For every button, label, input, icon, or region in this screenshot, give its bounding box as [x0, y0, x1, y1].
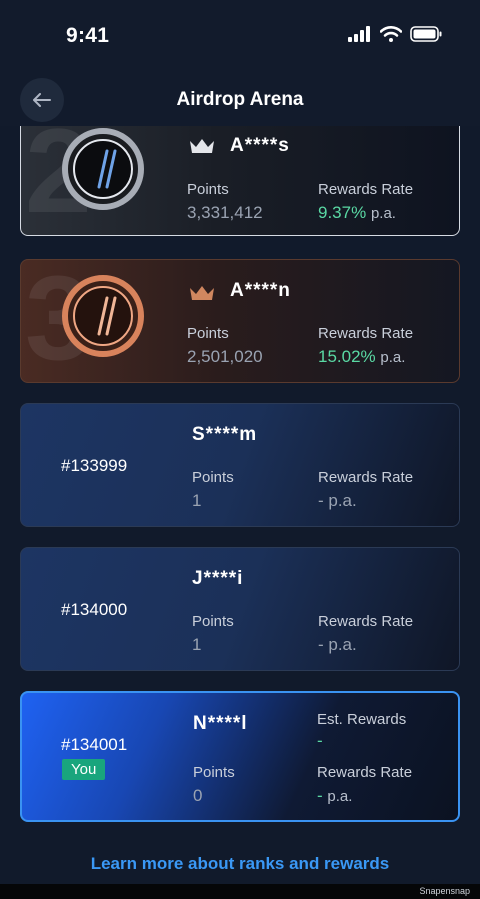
- rate-unit: p.a.: [327, 788, 353, 805]
- user-name: J****i: [192, 568, 244, 589]
- points-label: Points: [192, 613, 234, 630]
- bronze-medal-icon: [62, 275, 144, 357]
- points-label: Points: [192, 469, 234, 486]
- rate-unit: p.a.: [380, 349, 406, 366]
- learn-more-link[interactable]: Learn more about ranks and rewards: [0, 854, 480, 874]
- battery-icon: [410, 26, 442, 42]
- rate-percent: 15.02%: [318, 347, 376, 366]
- leaderboard-card-you[interactable]: #134001 You N****l Est. Rewards - Points…: [20, 691, 460, 822]
- user-name: S****m: [192, 424, 258, 445]
- leaderboard-card-rank-2[interactable]: 2 A****s Points 3,331,412 Rewards Rate 9…: [20, 112, 460, 236]
- rewards-rate-value: - p.a.: [318, 491, 357, 510]
- rewards-rate-label: Rewards Rate: [318, 325, 414, 342]
- silver-medal-icon: [62, 128, 144, 210]
- rank-number: #134001: [61, 735, 128, 754]
- points-value: 1: [192, 491, 202, 510]
- crown-icon: [190, 286, 214, 300]
- user-name: A****n: [230, 280, 291, 301]
- header: Airdrop Arena: [0, 70, 480, 126]
- rewards-rate-value: 9.37% p.a.: [318, 203, 396, 223]
- rate-percent: 9.37%: [318, 203, 367, 222]
- rank-number: #133999: [61, 456, 128, 475]
- points-value: 3,331,412: [187, 203, 263, 222]
- rewards-rate-label: Rewards Rate: [318, 181, 414, 198]
- rewards-rate-value: - p.a.: [318, 635, 357, 654]
- footer-bar: [0, 884, 480, 899]
- rewards-rate-label: Rewards Rate: [318, 613, 414, 630]
- status-icons: [348, 26, 442, 42]
- status-bar: 9:41: [0, 0, 480, 70]
- brand-watermark: Snapensnap: [419, 886, 470, 896]
- page-title: Airdrop Arena: [176, 89, 304, 110]
- rewards-rate-label: Rewards Rate: [317, 764, 413, 781]
- wifi-icon: [380, 26, 402, 42]
- rank-number: #134000: [61, 600, 128, 619]
- est-rewards-label: Est. Rewards: [317, 711, 407, 728]
- rewards-rate-label: Rewards Rate: [318, 469, 414, 486]
- status-time: 9:41: [66, 24, 110, 47]
- user-name: N****l: [193, 713, 248, 734]
- leaderboard-card[interactable]: #133999 S****m Points 1 Rewards Rate - p…: [20, 403, 460, 527]
- signal-icon: [348, 26, 370, 42]
- leaderboard-card[interactable]: #134000 J****i Points 1 Rewards Rate - p…: [20, 547, 460, 671]
- leaderboard-card-rank-3[interactable]: 3 A****n Points 2,501,020 Rewards Rate 1…: [20, 259, 460, 383]
- points-label: Points: [187, 325, 229, 342]
- you-badge: You: [62, 759, 106, 780]
- rewards-rate-value: - p.a.: [317, 786, 352, 806]
- points-label: Points: [193, 764, 235, 781]
- crown-icon: [190, 139, 214, 153]
- rewards-rate-value: 15.02% p.a.: [318, 347, 405, 367]
- rate-dash: -: [317, 786, 323, 805]
- points-value: 1: [192, 635, 202, 654]
- user-name: A****s: [230, 135, 290, 156]
- points-label: Points: [187, 181, 229, 198]
- est-rewards-value: -: [317, 731, 323, 750]
- rate-unit: p.a.: [370, 205, 396, 222]
- points-value: 0: [193, 786, 203, 805]
- points-value: 2,501,020: [187, 347, 263, 366]
